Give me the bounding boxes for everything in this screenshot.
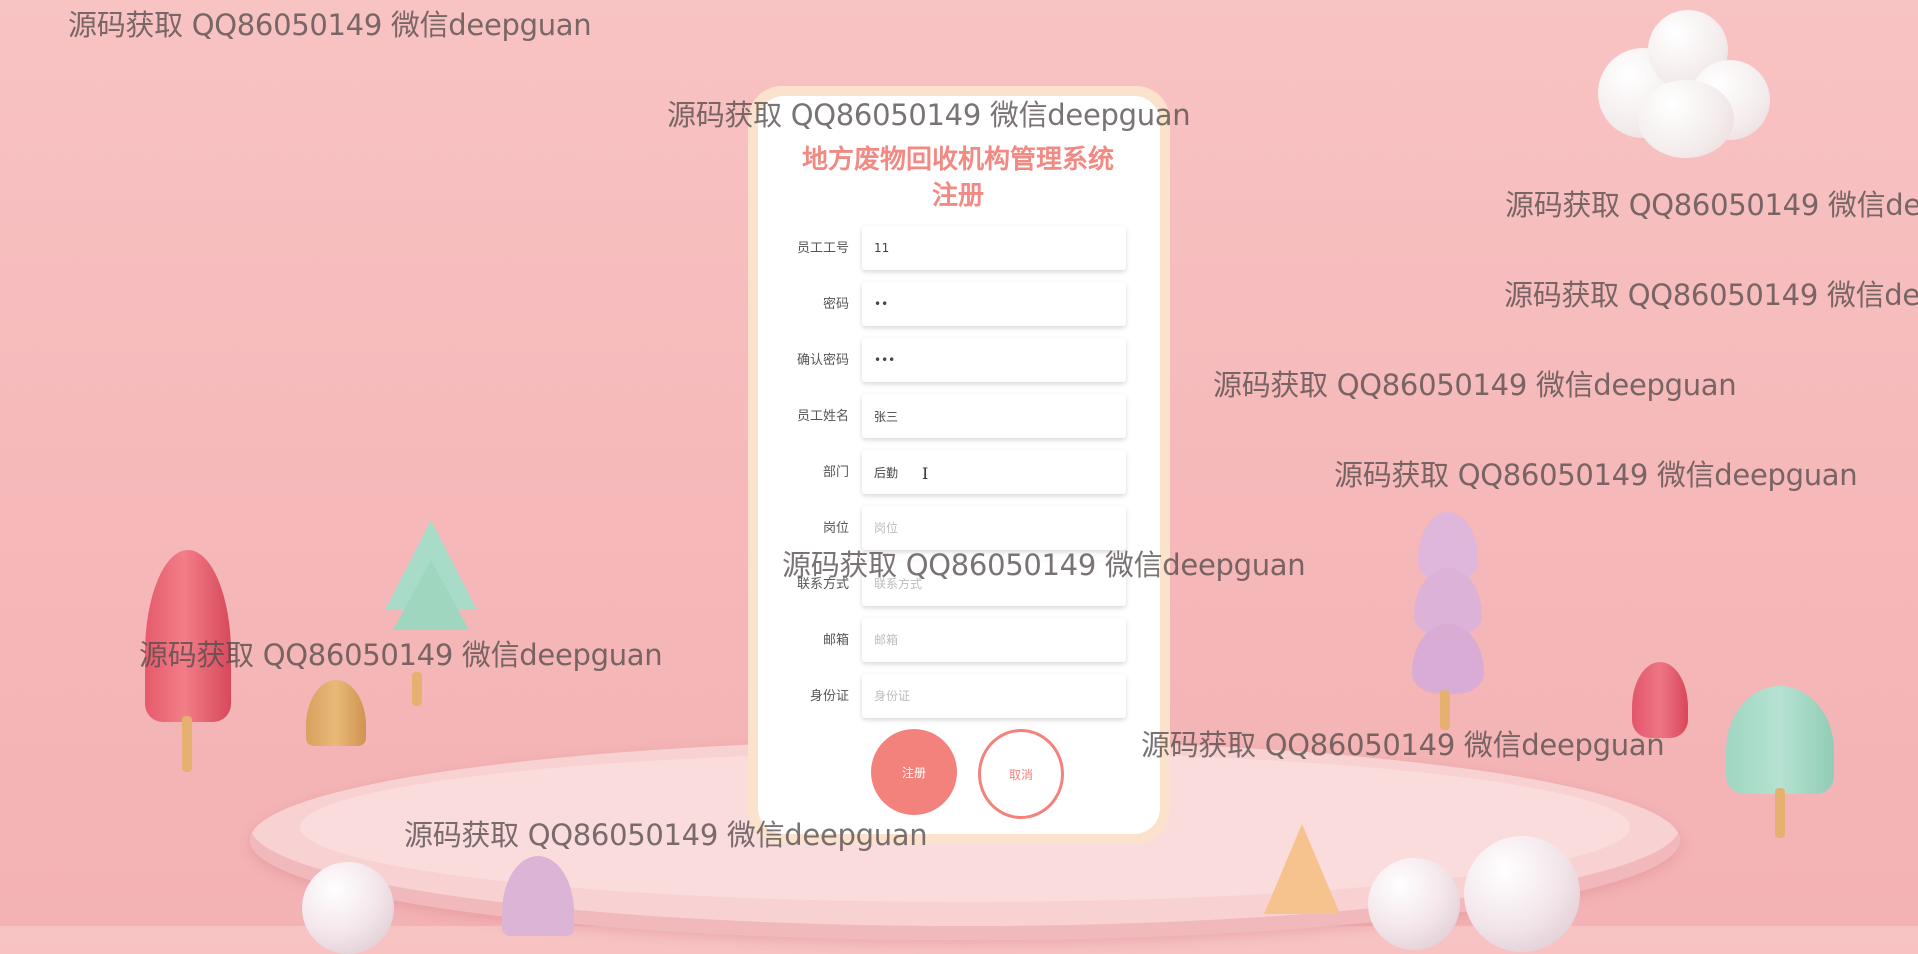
confirm-password-label: 确认密码 <box>796 353 849 368</box>
id-card-label: 身份证 <box>809 689 849 704</box>
cancel-button[interactable]: 取消 <box>978 729 1064 819</box>
watermark-text: 源码获取 QQ86050149 微信deepguan <box>782 548 1306 582</box>
form-row-department: 部门 I <box>758 450 1160 496</box>
watermark-text: 源码获取 QQ86050149 微信deepguan <box>1334 458 1858 492</box>
register-card-inner: 地方废物回收机构管理系统注册 员工工号 密码 确认密码 员工姓名 部门 I 岗位… <box>758 96 1160 834</box>
page-title: 地方废物回收机构管理系统注册 <box>801 145 1114 211</box>
watermark-text: 源码获取 QQ86050149 微信de <box>1505 188 1918 222</box>
form-row-confirm-password: 确认密码 <box>758 338 1160 384</box>
text-cursor-icon: I <box>922 464 929 483</box>
watermark-text: 源码获取 QQ86050149 微信deepguan <box>404 818 928 852</box>
department-input[interactable] <box>862 450 1126 494</box>
watermark-text: 源码获取 QQ86050149 微信deepguan <box>139 638 663 672</box>
employee-id-input[interactable] <box>862 226 1126 270</box>
form-row-password: 密码 <box>758 282 1160 328</box>
email-input[interactable] <box>862 618 1126 662</box>
employee-name-label: 员工姓名 <box>796 409 849 424</box>
watermark-text: 源码获取 QQ86050149 微信deepguan <box>667 98 1191 132</box>
watermark-text: 源码获取 QQ86050149 微信deepguan <box>1141 728 1665 762</box>
email-label: 邮箱 <box>822 633 849 648</box>
watermark-text: 源码获取 QQ86050149 微信deepguan <box>1213 368 1737 402</box>
confirm-password-input[interactable] <box>862 338 1126 382</box>
watermark-text: 源码获取 QQ86050149 微信deepguan <box>68 8 592 42</box>
password-input[interactable] <box>862 282 1126 326</box>
id-card-input[interactable] <box>862 674 1126 718</box>
register-card: 地方废物回收机构管理系统注册 员工工号 密码 确认密码 员工姓名 部门 I 岗位… <box>748 86 1170 844</box>
orange-mound-decoration <box>306 680 366 746</box>
employee-id-label: 员工工号 <box>796 241 849 256</box>
register-button[interactable]: 注册 <box>871 729 957 815</box>
form-row-employee-id: 员工工号 <box>758 226 1160 272</box>
form-row-employee-name: 员工姓名 <box>758 394 1160 440</box>
password-label: 密码 <box>822 297 849 312</box>
employee-name-input[interactable] <box>862 394 1126 438</box>
watermark-text: 源码获取 QQ86050149 微信de <box>1504 278 1918 312</box>
form-row-email: 邮箱 <box>758 618 1160 664</box>
department-label: 部门 <box>822 465 849 480</box>
form-row-id-card: 身份证 <box>758 674 1160 720</box>
